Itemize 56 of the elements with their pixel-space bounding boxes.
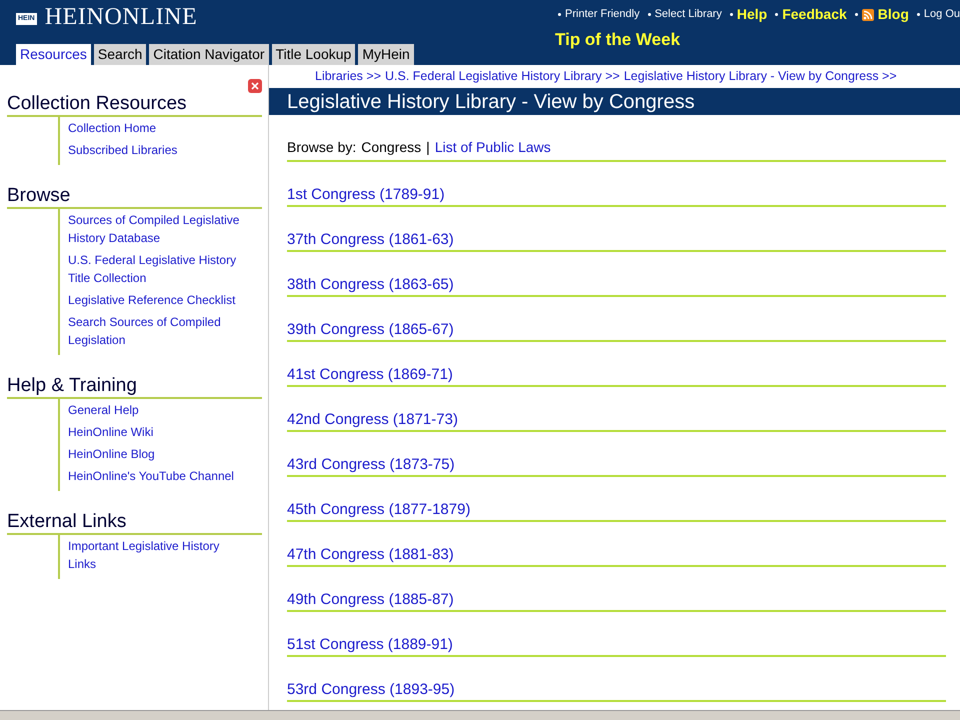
congress-link[interactable]: 47th Congress (1881-83) — [287, 547, 454, 563]
sidebar-link[interactable]: Subscribed Libraries — [68, 141, 178, 159]
sidebar-link[interactable]: U.S. Federal Legislative History Title Collection — [68, 251, 248, 287]
tip-of-week-link[interactable]: Tip of the Week — [555, 27, 680, 52]
congress-link[interactable]: 43rd Congress (1873-75) — [287, 457, 455, 473]
section-heading: External Links — [7, 511, 262, 535]
congress-link[interactable]: 49th Congress (1885-87) — [287, 592, 454, 608]
bullet-icon — [854, 13, 858, 16]
nav-tab[interactable]: Citation Navigator — [149, 44, 269, 65]
bullet-icon — [775, 13, 778, 16]
sidebar-link[interactable]: Collection Home — [68, 119, 156, 137]
congress-link[interactable]: 38th Congress (1863-65) — [287, 277, 454, 293]
header-link[interactable]: Help — [736, 4, 768, 25]
nav-tab[interactable]: Search — [94, 44, 146, 65]
header-link[interactable]: Log Ou — [924, 6, 960, 23]
nav-tab[interactable]: MyHein — [358, 44, 414, 65]
congress-link[interactable]: 51st Congress (1889-91) — [287, 637, 453, 653]
browse-option[interactable]: Congress — [361, 137, 422, 158]
bullet-icon — [648, 13, 651, 16]
logo-text: HEINONLINE — [44, 5, 198, 29]
breadcrumb-link[interactable]: U.S. Federal Legislative History Library >> — [385, 67, 620, 86]
section-heading: Help & Training — [7, 375, 262, 399]
nav-tab[interactable]: Resources — [16, 44, 91, 65]
congress-link[interactable]: 41st Congress (1869-71) — [287, 367, 453, 383]
bullet-icon — [730, 13, 733, 16]
bullet-icon — [916, 13, 920, 16]
browse-option[interactable]: List of Public Laws — [434, 137, 551, 158]
sidebar-link[interactable]: Legislative Reference Checklist — [68, 291, 236, 309]
close-icon[interactable] — [248, 79, 262, 93]
sidebar-link[interactable]: Search Sources of Compiled Legislation — [68, 313, 248, 349]
congress-link[interactable]: 53rd Congress (1893-95) — [287, 682, 455, 698]
sidebar-link[interactable]: General Help — [68, 401, 139, 419]
sidebar-link[interactable]: HeinOnline Wiki — [68, 423, 154, 441]
section-heading: Browse — [7, 185, 262, 209]
congress-link[interactable]: 42nd Congress (1871-73) — [287, 412, 458, 428]
breadcrumb-link[interactable]: Libraries >> — [315, 67, 382, 86]
header-link[interactable]: Blog — [878, 4, 909, 25]
sidebar-link[interactable]: Important Legislative History Links — [68, 537, 248, 573]
congress-link[interactable]: 45th Congress (1877-1879) — [287, 502, 470, 518]
header-link[interactable]: Select Library — [654, 6, 722, 23]
browse-by-label: Browse by: — [287, 138, 356, 157]
header-link[interactable]: Feedback — [782, 4, 847, 25]
sidebar-link[interactable]: Sources of Compiled Legislative History Database — [68, 211, 248, 247]
breadcrumb-link[interactable]: Legislative History Library - View by Congress >> — [624, 67, 897, 86]
congress-link[interactable]: 37th Congress (1861-63) — [287, 232, 454, 248]
rss-feed-icon — [862, 8, 874, 20]
nav-tab[interactable]: Title Lookup — [272, 44, 356, 65]
section-heading: Collection Resources — [7, 93, 262, 117]
congress-link[interactable]: 39th Congress (1865-67) — [287, 322, 454, 338]
sidebar-link[interactable]: HeinOnline Blog — [68, 445, 155, 463]
bullet-icon — [558, 13, 562, 16]
sidebar-link[interactable]: HeinOnline's YouTube Channel — [68, 467, 234, 485]
separator: | — [426, 138, 430, 157]
congress-link[interactable]: 1st Congress (1789-91) — [287, 187, 445, 203]
header-link[interactable]: Printer Friendly — [565, 6, 640, 23]
page-title: Legislative History Library - View by Congress — [287, 92, 695, 112]
